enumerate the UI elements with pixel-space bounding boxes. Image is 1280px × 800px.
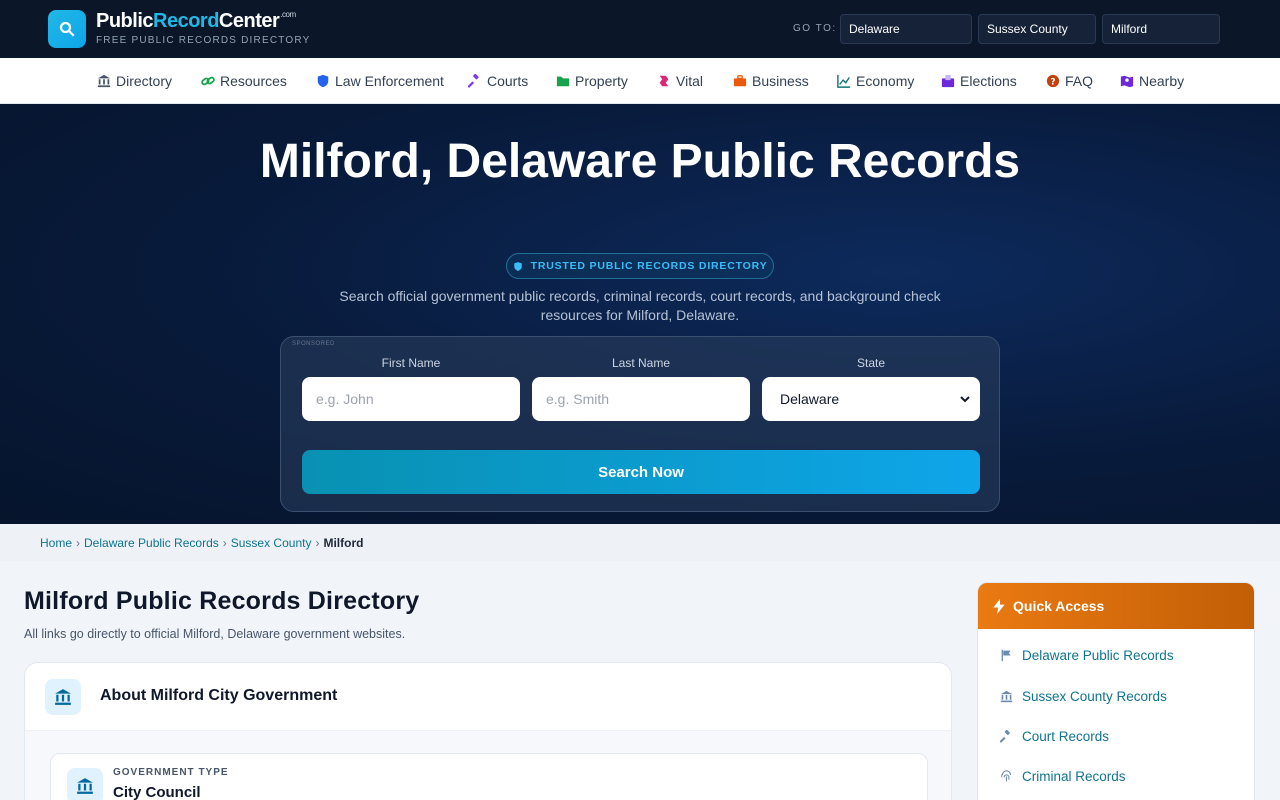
logo-search-icon[interactable] xyxy=(48,10,86,48)
goto-state-select[interactable]: Delaware xyxy=(840,14,972,44)
bank-icon xyxy=(67,768,103,800)
last-name-input[interactable] xyxy=(532,377,750,421)
state-label: State xyxy=(856,356,886,370)
goto-county-select[interactable]: Sussex County xyxy=(978,14,1096,44)
first-name-input[interactable] xyxy=(302,377,520,421)
bank-icon xyxy=(1000,690,1013,702)
chevron-down-icon xyxy=(960,396,970,403)
hero-title: Milford, Delaware Public Records xyxy=(259,135,1021,188)
main-nav: Directory Resources Law Enforcement Cour… xyxy=(0,58,1280,104)
nav-law-enforcement[interactable]: Law Enforcement xyxy=(316,72,444,90)
breadcrumb-current: Milford xyxy=(323,535,364,550)
top-bar: PublicRecordCenter.com FREE PUBLIC RECOR… xyxy=(0,0,1280,58)
breadcrumb-separator: › xyxy=(76,535,81,550)
government-type-value: City Council xyxy=(113,784,201,800)
quick-link-delaware-records[interactable]: Delaware Public Records xyxy=(1000,646,1174,664)
vote-icon xyxy=(941,74,955,88)
search-now-button[interactable]: Search Now xyxy=(302,450,980,494)
gavel-icon xyxy=(1000,729,1010,743)
hero-subtitle: Search official government public record… xyxy=(339,288,941,323)
fingerprint-icon xyxy=(1001,769,1012,781)
shield-icon xyxy=(513,261,522,271)
nav-resources[interactable]: Resources xyxy=(201,72,287,90)
nav-nearby[interactable]: Nearby xyxy=(1120,72,1184,90)
chart-icon xyxy=(837,74,851,88)
breadcrumb-county[interactable]: Sussex County xyxy=(231,536,312,550)
flag-icon xyxy=(1001,649,1011,661)
quick-link-criminal-records[interactable]: Criminal Records xyxy=(1000,767,1126,785)
hero-section: Milford, Delaware Public Records TRUSTED… xyxy=(0,104,1280,524)
about-card-body: GOVERNMENT TYPE City Council xyxy=(25,731,951,800)
nav-property[interactable]: Property xyxy=(556,72,628,90)
nav-economy[interactable]: Economy xyxy=(837,72,914,90)
gavel-icon xyxy=(468,74,479,88)
breadcrumb-home[interactable]: Home xyxy=(40,536,72,550)
nav-elections[interactable]: Elections xyxy=(941,72,1017,90)
ribbon-icon xyxy=(659,75,669,87)
brand-logo[interactable]: PublicRecordCenter.com xyxy=(96,10,296,33)
about-government-card: About Milford City Government GOVERNMENT… xyxy=(24,662,952,800)
state-select[interactable]: Delaware xyxy=(762,377,980,421)
quick-access-card: Quick Access Delaware Public Records Sus… xyxy=(977,582,1255,800)
folder-icon xyxy=(556,76,570,87)
nav-directory[interactable]: Directory xyxy=(97,72,172,90)
quick-link-sussex-records[interactable]: Sussex County Records xyxy=(1000,687,1167,705)
briefcase-icon xyxy=(733,75,747,87)
nav-faq[interactable]: ? FAQ xyxy=(1046,72,1093,90)
about-card-title: About Milford City Government xyxy=(100,687,338,704)
breadcrumb-separator: › xyxy=(315,535,320,550)
shield-icon xyxy=(317,74,329,88)
government-type-box: GOVERNMENT TYPE City Council xyxy=(50,753,928,800)
about-card-header[interactable]: About Milford City Government xyxy=(25,663,951,731)
link-icon xyxy=(201,76,215,86)
nav-business[interactable]: Business xyxy=(733,72,809,90)
svg-text:?: ? xyxy=(1050,78,1055,88)
government-type-label: GOVERNMENT TYPE xyxy=(113,767,229,778)
bank-icon xyxy=(97,74,111,88)
nav-courts[interactable]: Courts xyxy=(468,72,528,90)
bolt-icon xyxy=(993,598,1005,614)
map-icon xyxy=(1120,75,1134,88)
nav-vital[interactable]: Vital xyxy=(657,72,703,90)
goto-city-select[interactable]: Milford xyxy=(1102,14,1220,44)
breadcrumb-separator: › xyxy=(222,535,227,550)
quick-link-court-records[interactable]: Court Records xyxy=(1000,727,1109,745)
first-name-label: First Name xyxy=(381,356,441,370)
sponsored-label: SPONSORED xyxy=(292,341,335,347)
bank-icon xyxy=(45,679,81,715)
brand-tagline: FREE PUBLIC RECORDS DIRECTORY xyxy=(96,35,311,46)
page-description: All links go directly to official Milfor… xyxy=(24,627,406,641)
page-title: Milford Public Records Directory xyxy=(24,587,420,615)
quick-access-header: Quick Access xyxy=(978,583,1254,629)
breadcrumb-state[interactable]: Delaware Public Records xyxy=(84,536,219,550)
people-search-card: SPONSORED First Name Last Name State Del… xyxy=(280,336,1000,512)
trust-badge: TRUSTED PUBLIC RECORDS DIRECTORY xyxy=(506,253,774,279)
last-name-label: Last Name xyxy=(611,356,671,370)
goto-label: GO TO: xyxy=(793,23,837,34)
breadcrumb: Home › Delaware Public Records › Sussex … xyxy=(0,524,1280,561)
question-icon: ? xyxy=(1046,74,1060,88)
